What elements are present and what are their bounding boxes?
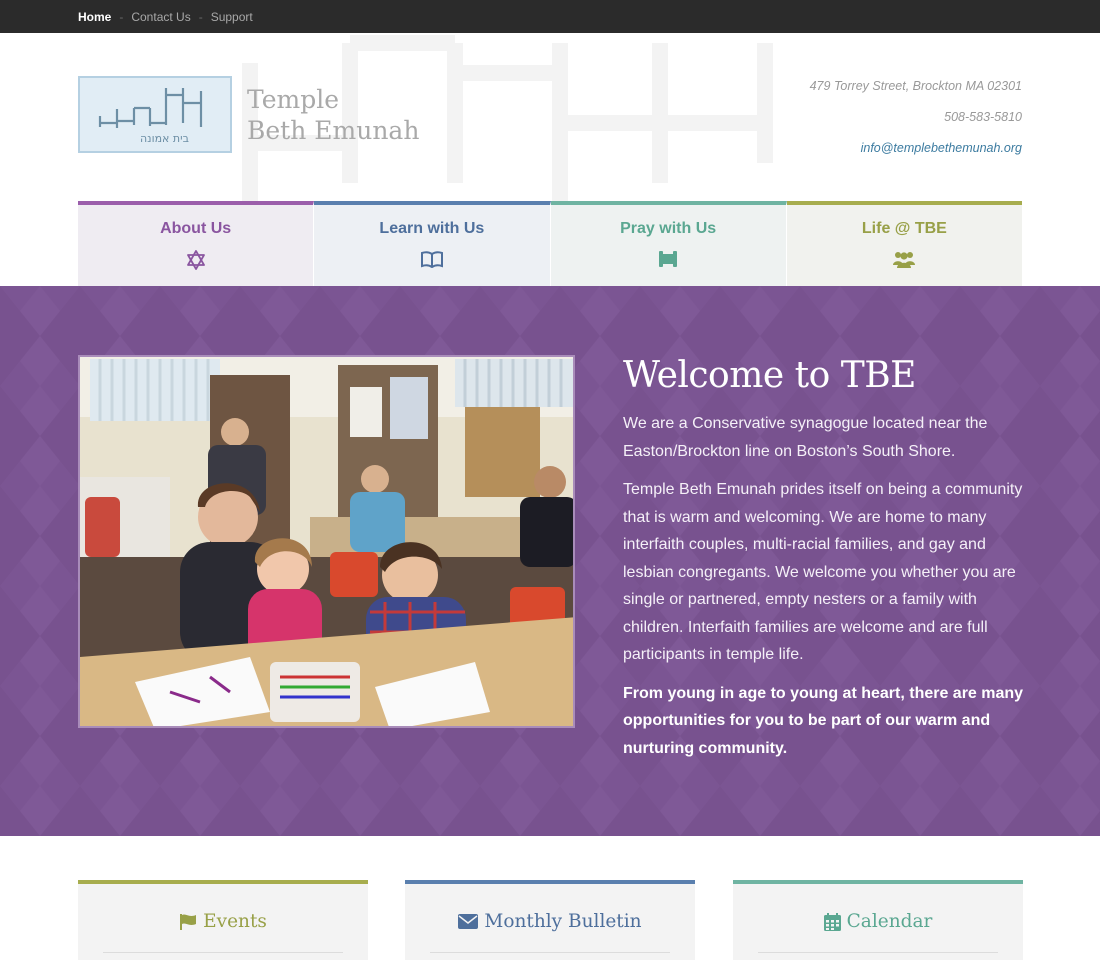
monthly-bulletin-title: Monthly Bulletin <box>484 911 642 932</box>
monthly-bulletin-widget: Monthly Bulletin <box>405 880 695 960</box>
top-nav-separator: - <box>198 9 203 24</box>
welcome-paragraph-2: Temple Beth Emunah prides itself on bein… <box>623 481 1023 663</box>
site-name[interactable]: Temple Beth Emunah <box>247 84 419 146</box>
classroom-photo <box>78 355 575 728</box>
nav-tile-label: About Us <box>160 220 232 237</box>
welcome-paragraph-3: From young in age to young at heart, the… <box>623 684 1024 757</box>
top-nav: Home - Contact Us - Support <box>78 0 253 33</box>
nav-tile-label: Life @ TBE <box>861 220 947 237</box>
main-nav: About Us Learn with Us Pray with Us Life… <box>78 201 1022 286</box>
welcome-title: Welcome to TBE <box>623 355 916 396</box>
torah-scroll-icon <box>659 251 678 267</box>
nav-tile-life-at-tbe[interactable]: Life @ TBE <box>786 201 1022 286</box>
welcome-text: Welcome to TBE We are a Conservative syn… <box>623 352 1033 773</box>
phone-text: 508-583-5810 <box>944 110 1022 124</box>
calendar-icon <box>823 912 841 931</box>
open-book-icon <box>420 251 443 268</box>
nav-tile-about-us[interactable]: About Us <box>78 201 315 286</box>
star-of-david-icon <box>186 250 205 270</box>
address-text: 479 Torrey Street, Brockton MA 02301 <box>809 79 1022 93</box>
contact-info: 479 Torrey Street, Brockton MA 02301 508… <box>810 77 1022 170</box>
site-name-line2: Beth Emunah <box>247 116 420 145</box>
calendar-heading[interactable]: Calendar <box>733 911 1023 932</box>
welcome-paragraph-1: We are a Conservative synagogue located … <box>623 415 988 460</box>
welcome-hero: Welcome to TBE We are a Conservative syn… <box>0 286 1100 836</box>
widget-divider <box>430 952 670 953</box>
envelope-icon <box>458 914 479 929</box>
nav-tile-label: Learn with Us <box>379 220 485 237</box>
group-icon <box>893 252 916 268</box>
top-bar: Home - Contact Us - Support <box>0 0 1100 33</box>
top-nav-contact-link[interactable]: Contact Us <box>131 10 190 24</box>
email-link[interactable]: info@templebethemunah.org <box>810 139 1022 170</box>
photo-illustration <box>80 357 573 726</box>
nav-tile-pray-with-us[interactable]: Pray with Us <box>550 201 787 286</box>
top-nav-support-link[interactable]: Support <box>211 10 253 24</box>
widget-divider <box>103 952 343 953</box>
site-name-line1: Temple <box>247 85 340 114</box>
events-title: Events <box>203 911 267 932</box>
calendar-widget: Calendar <box>733 880 1023 960</box>
site-logo[interactable]: בית אמונה <box>78 76 232 153</box>
nav-tile-learn-with-us[interactable]: Learn with Us <box>314 201 551 286</box>
logo-hebrew-text: בית אמונה <box>140 132 189 145</box>
events-widget: Events <box>78 880 368 960</box>
top-nav-separator: - <box>119 9 124 24</box>
top-nav-home-link[interactable]: Home <box>78 10 111 24</box>
calendar-title: Calendar <box>846 911 933 932</box>
logo-mark: בית אמונה <box>98 88 203 145</box>
nav-tile-label: Pray with Us <box>620 220 717 237</box>
monthly-bulletin-heading[interactable]: Monthly Bulletin <box>405 911 695 932</box>
widget-divider <box>758 952 998 953</box>
events-heading[interactable]: Events <box>78 911 368 932</box>
flag-icon <box>180 913 197 930</box>
